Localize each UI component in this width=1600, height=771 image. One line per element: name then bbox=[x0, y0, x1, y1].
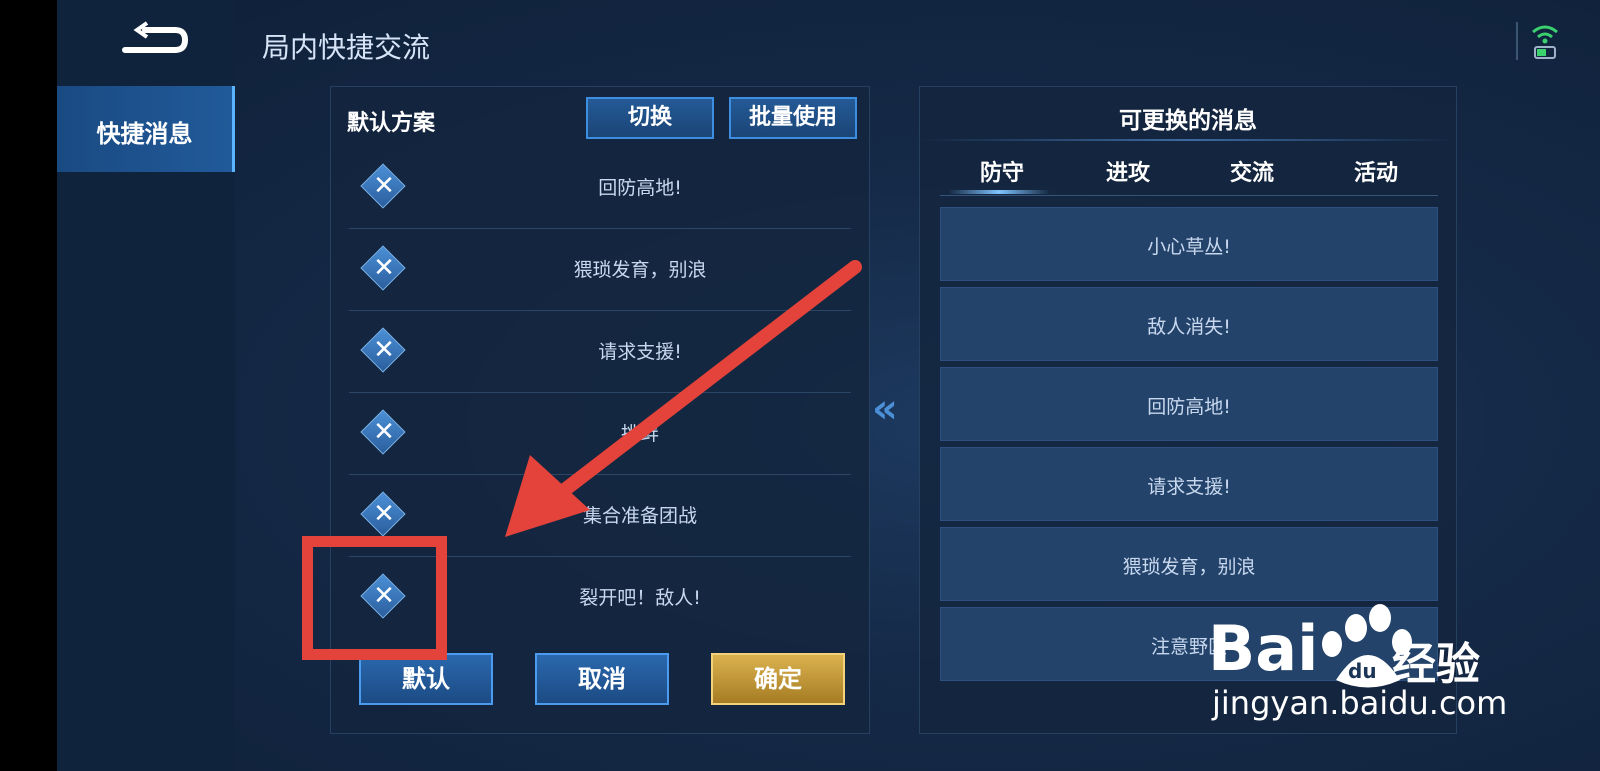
close-icon[interactable]: ✕ bbox=[370, 333, 398, 367]
scheme-title: 默认方案 bbox=[347, 111, 436, 136]
message-text: 回防高地! bbox=[598, 177, 682, 199]
sidebar: 快捷消息 bbox=[57, 0, 235, 771]
close-icon[interactable]: ✕ bbox=[370, 497, 398, 531]
replaceable-title: 可更换的消息 bbox=[1119, 108, 1257, 134]
divider bbox=[1516, 22, 1518, 60]
left-black-bar bbox=[0, 0, 57, 771]
message-option[interactable]: 请求支援! bbox=[940, 447, 1438, 521]
confirm-button[interactable]: 确定 bbox=[711, 653, 845, 705]
switch-button[interactable]: 切换 bbox=[586, 97, 714, 139]
title-divider bbox=[920, 139, 1456, 141]
active-tab-indicator bbox=[948, 190, 1050, 194]
page-title: 局内快捷交流 bbox=[262, 31, 431, 64]
close-icon[interactable]: ✕ bbox=[370, 169, 398, 203]
sidebar-item-label: 快捷消息 bbox=[96, 120, 193, 148]
double-chevron-left-icon[interactable]: « bbox=[872, 386, 898, 432]
back-icon[interactable] bbox=[119, 20, 191, 60]
message-option[interactable]: 小心草丛! bbox=[940, 207, 1438, 281]
batch-use-button[interactable]: 批量使用 bbox=[729, 97, 857, 139]
watermark-url: jingyan.baidu.com bbox=[1212, 684, 1508, 722]
tab-defense[interactable]: 防守 bbox=[940, 155, 1064, 187]
list-item: ✕ 回防高地! bbox=[349, 147, 851, 229]
watermark-brand: Bai bbox=[1208, 612, 1318, 685]
cancel-button[interactable]: 取消 bbox=[535, 653, 669, 705]
message-option[interactable]: 回防高地! bbox=[940, 367, 1438, 441]
tab-activity[interactable]: 活动 bbox=[1314, 155, 1438, 187]
svg-text:du: du bbox=[1348, 659, 1377, 683]
option-text: 请求支援! bbox=[1147, 476, 1231, 498]
option-text: 猥琐发育，别浪 bbox=[1122, 556, 1256, 578]
message-option[interactable]: 敌人消失! bbox=[940, 287, 1438, 361]
sidebar-item-quick-message[interactable]: 快捷消息 bbox=[57, 86, 235, 172]
option-text: 回防高地! bbox=[1147, 396, 1231, 418]
annotation-arrow-icon bbox=[505, 260, 862, 537]
default-button[interactable]: 默认 bbox=[359, 653, 493, 705]
option-text: 敌人消失! bbox=[1147, 316, 1231, 338]
message-text: 裂开吧！敌人! bbox=[579, 587, 701, 609]
tab-communicate[interactable]: 交流 bbox=[1190, 155, 1314, 187]
wifi-battery-icon bbox=[1532, 25, 1558, 59]
annotation-highlight-box bbox=[302, 536, 447, 660]
close-icon[interactable]: ✕ bbox=[370, 415, 398, 449]
close-icon[interactable]: ✕ bbox=[370, 251, 398, 285]
tab-attack[interactable]: 进攻 bbox=[1066, 155, 1190, 187]
watermark-jingyan: 经验 bbox=[1392, 639, 1480, 690]
tab-divider bbox=[940, 195, 1438, 196]
message-option[interactable]: 猥琐发育，别浪 bbox=[940, 527, 1438, 601]
option-text: 小心草丛! bbox=[1147, 236, 1231, 258]
